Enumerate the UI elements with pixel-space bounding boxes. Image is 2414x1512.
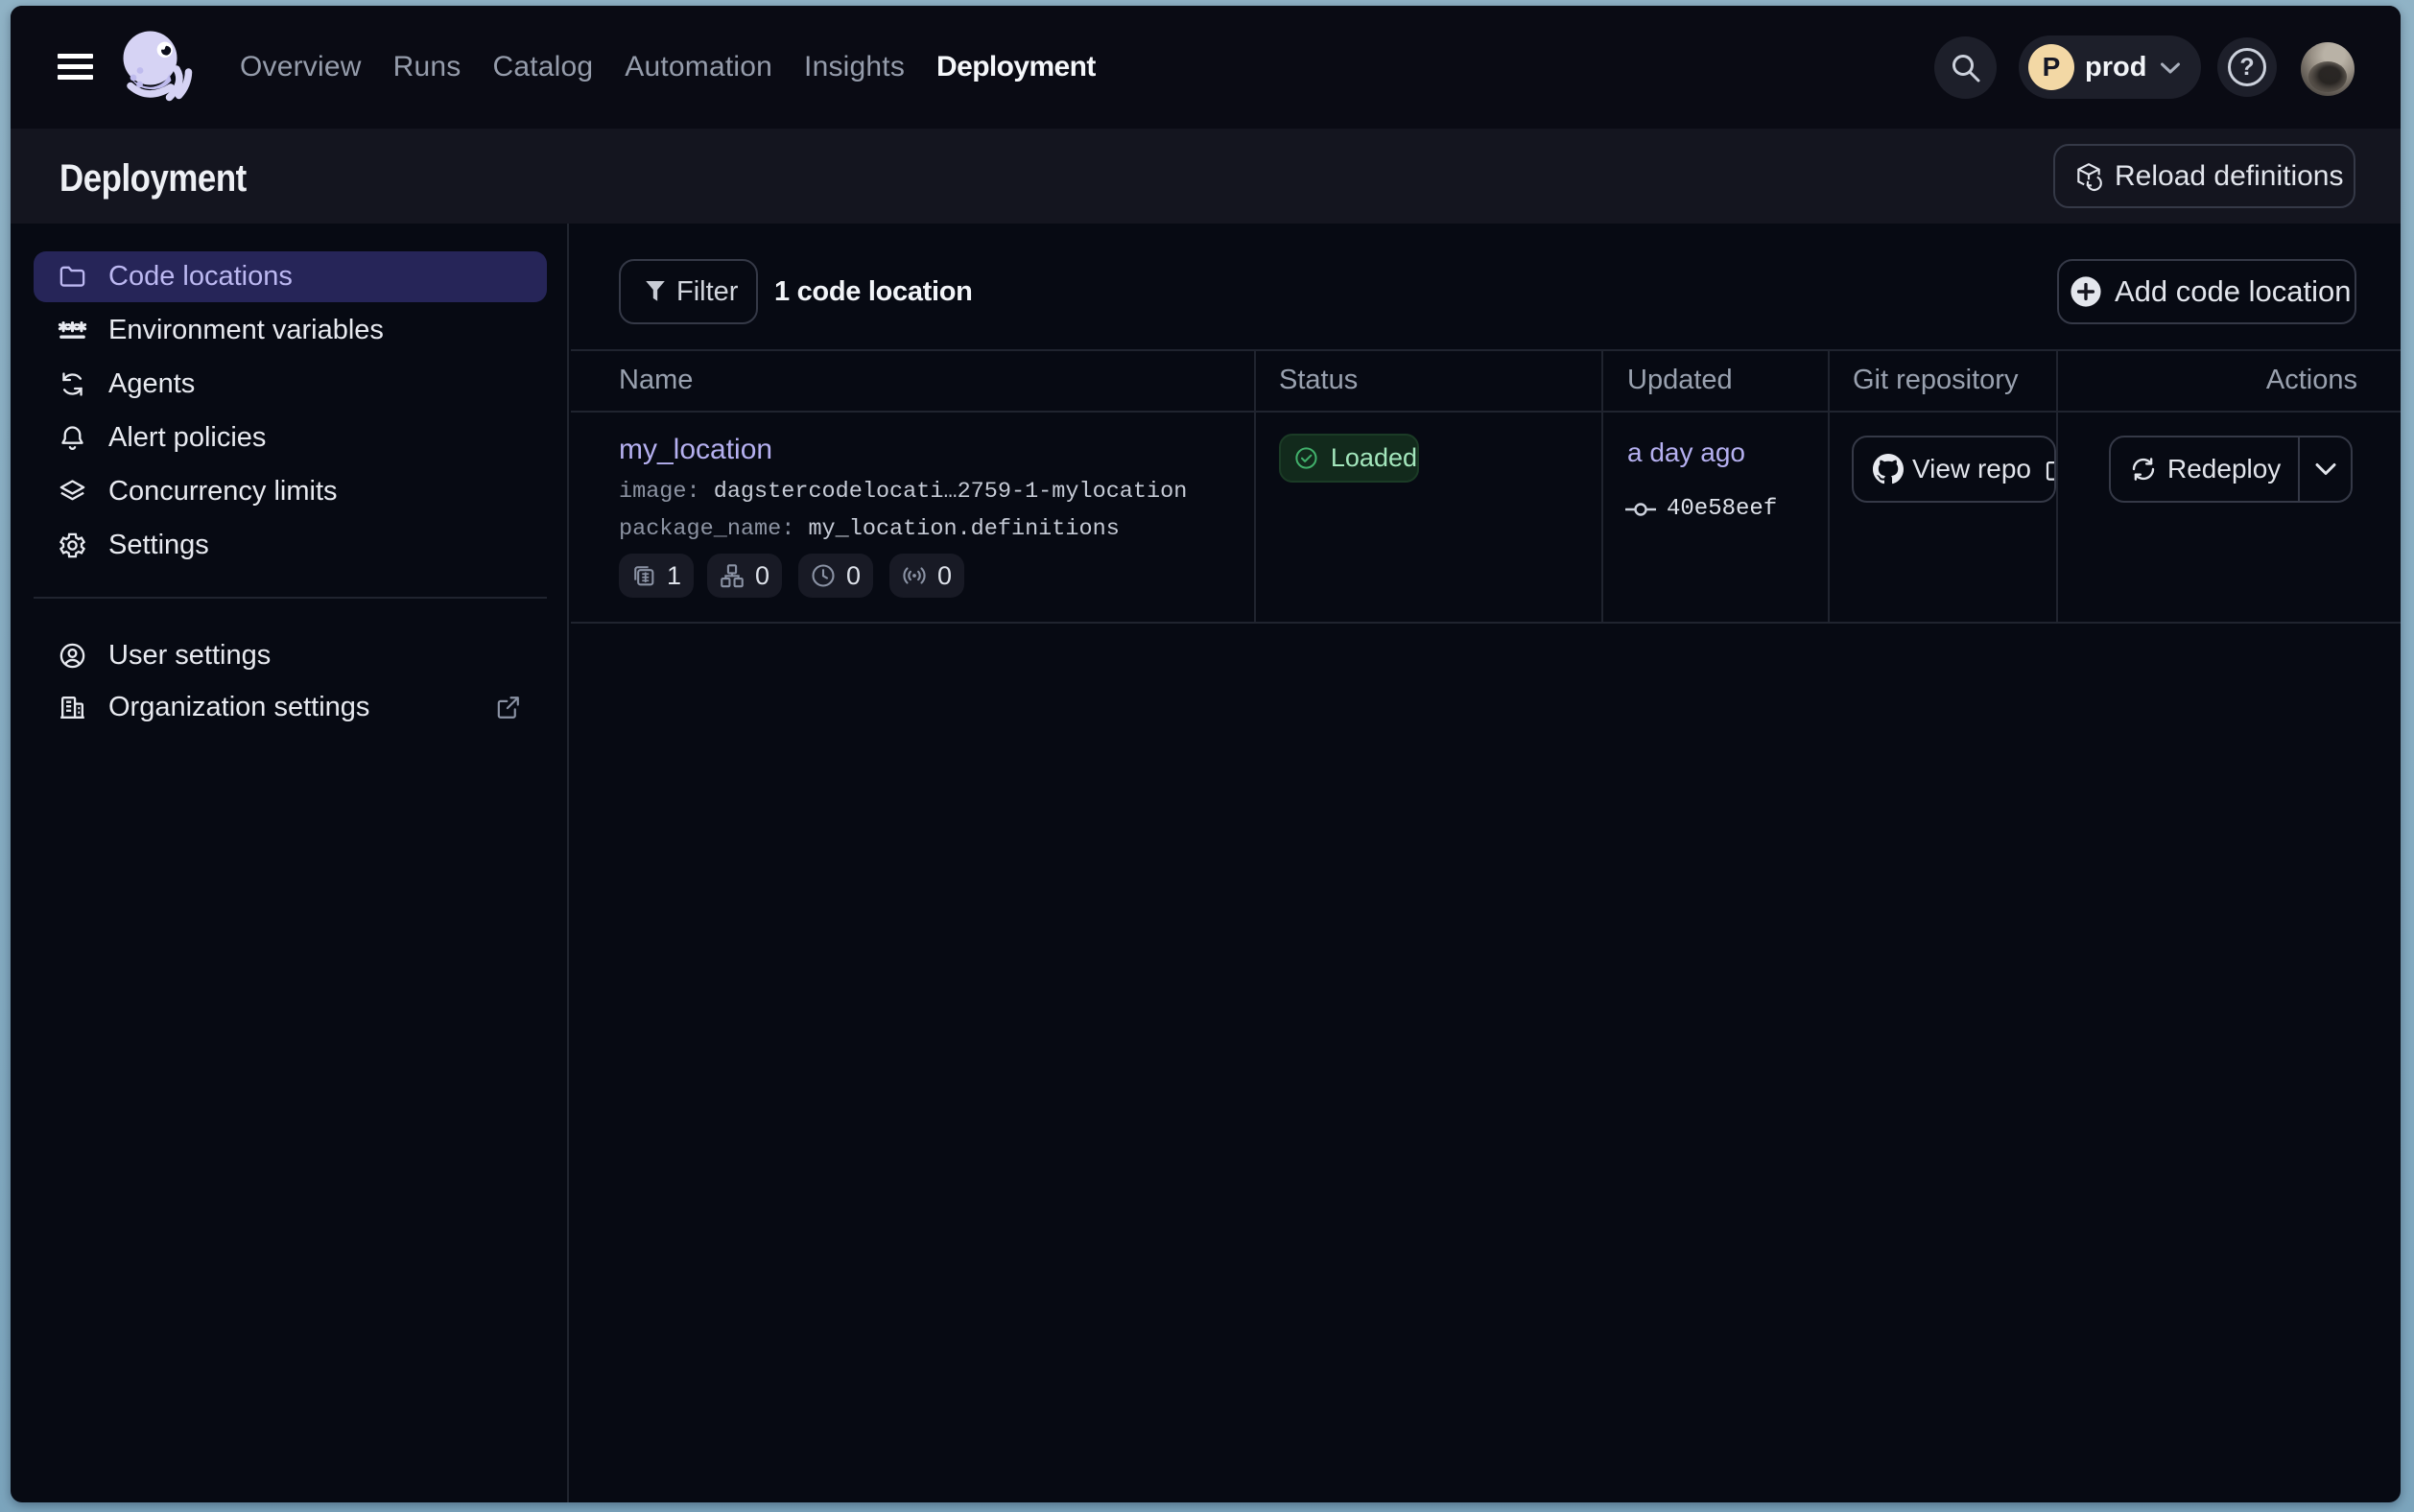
svg-text:?: ?: [2239, 54, 2254, 81]
